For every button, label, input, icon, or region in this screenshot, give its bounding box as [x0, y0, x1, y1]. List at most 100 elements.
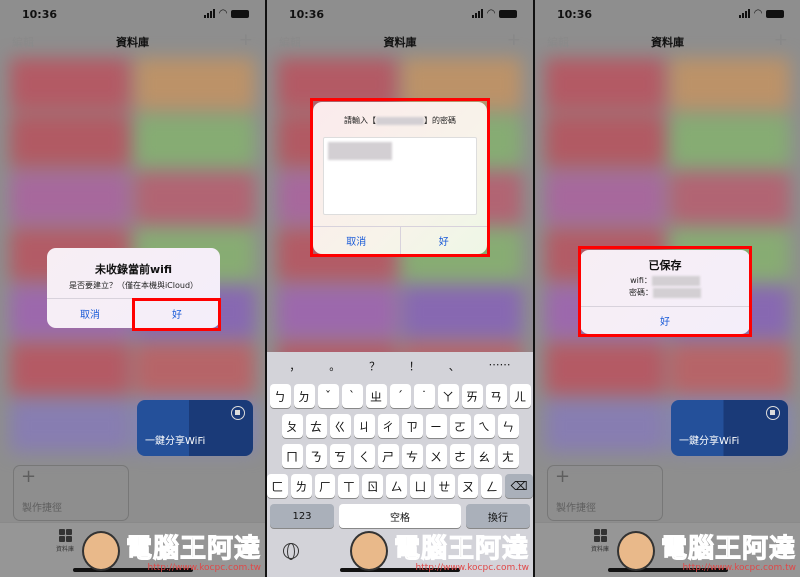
- nav-bar: 編輯 資料庫 +: [267, 30, 533, 52]
- key[interactable]: ˙: [413, 384, 435, 408]
- key[interactable]: ㄛ: [449, 414, 471, 438]
- key[interactable]: ˊ: [389, 384, 411, 408]
- add-button[interactable]: +: [774, 30, 788, 50]
- key[interactable]: ㄘ: [401, 444, 423, 468]
- key[interactable]: ㄈ: [267, 474, 288, 498]
- key[interactable]: ㄐ: [353, 414, 375, 438]
- zhuyin-keyboard: ， 。 ？ ！ 、 ⋯⋯ ㄅㄉ ˇ ˋ ㄓ ˊ ˙ ㄚㄞㄢㄦㄆㄊㄍㄐㄔㄗㄧㄛㄟㄣㄇㄋㄎㄑㄕㄘㄨㄜㄠㄤㄈ…: [267, 352, 533, 577]
- key[interactable]: ㄣ: [497, 414, 519, 438]
- key[interactable]: ㄎ: [329, 444, 351, 468]
- key[interactable]: ㄧ: [425, 414, 447, 438]
- key[interactable]: ㄟ: [473, 414, 495, 438]
- key[interactable]: ㄒ: [338, 474, 360, 498]
- share-wifi-widget[interactable]: 一鍵分享WiFi: [671, 400, 788, 456]
- screen-3: 10:36 ◠ 編輯 資料庫 + 一鍵分享WiFi + 製作捷徑 資料庫 已保存…: [535, 0, 800, 577]
- delete-key[interactable]: ⌫: [505, 474, 533, 498]
- key[interactable]: ˇ: [317, 384, 339, 408]
- widget-label: 一鍵分享WiFi: [145, 436, 206, 447]
- suggestion-item[interactable]: ？: [369, 358, 380, 378]
- key[interactable]: ㄋ: [305, 444, 327, 468]
- screen-2: 10:36 ◠ 編輯 資料庫 + 請輸入【 】的密碼 取消 好 ，。？！、 ⋯⋯ ㄅ…: [267, 0, 533, 577]
- tab-library[interactable]: 資料庫: [591, 529, 609, 553]
- key[interactable]: ㄥ: [481, 474, 503, 498]
- key[interactable]: ㄆ: [281, 414, 303, 438]
- key[interactable]: ㄙ: [386, 474, 407, 498]
- home-indicator: [607, 568, 728, 572]
- key[interactable]: ㄩ: [409, 474, 431, 498]
- key[interactable]: ㄕ: [377, 444, 399, 468]
- return-key[interactable]: 換行: [466, 504, 530, 528]
- key-row: ㄈㄌㄏㄒㄖㄙㄩㄝㄡㄥ ⌫: [267, 474, 533, 498]
- suggestion-item[interactable]: ！: [409, 358, 420, 378]
- stop-icon[interactable]: [231, 406, 245, 420]
- page-title: 資料庫: [116, 36, 149, 49]
- add-button[interactable]: +: [507, 30, 521, 50]
- key[interactable]: ㄊ: [305, 414, 327, 438]
- key[interactable]: ㄦ: [509, 384, 531, 408]
- suggestion-item[interactable]: ⋯⋯: [489, 358, 511, 378]
- status-bar: 10:36 ◠: [535, 8, 800, 24]
- key-row: ㄇㄋㄎㄑㄕㄘㄨㄜㄠㄤ: [267, 444, 533, 468]
- key[interactable]: ㄉ: [293, 384, 315, 408]
- battery-icon: [499, 9, 517, 18]
- key[interactable]: ㄏ: [314, 474, 336, 498]
- status-bar: 10:36 ◠: [267, 8, 533, 24]
- home-indicator: [340, 568, 460, 572]
- grid-icon: [593, 529, 607, 542]
- highlight-box: [132, 298, 221, 331]
- key[interactable]: ㄢ: [485, 384, 507, 408]
- edit-button[interactable]: 編輯: [12, 34, 34, 50]
- nav-bar: 編輯 資料庫 +: [0, 30, 265, 52]
- page-title: 資料庫: [651, 36, 684, 49]
- signal-icon: [204, 9, 216, 18]
- key[interactable]: ˋ: [341, 384, 363, 408]
- key[interactable]: ㄖ: [362, 474, 384, 498]
- key[interactable]: ㄠ: [473, 444, 495, 468]
- key[interactable]: ㄤ: [497, 444, 519, 468]
- battery-icon: [231, 9, 249, 18]
- edit-button[interactable]: 編輯: [547, 34, 569, 50]
- grid-icon: [58, 529, 72, 542]
- suggestion-item[interactable]: ，: [289, 358, 300, 378]
- key[interactable]: ㄅ: [269, 384, 291, 408]
- stop-icon[interactable]: [766, 406, 780, 420]
- status-bar: 10:36 ◠: [0, 8, 265, 24]
- key[interactable]: ㄡ: [457, 474, 479, 498]
- key[interactable]: ㄝ: [433, 474, 455, 498]
- tab-library[interactable]: 資料庫: [56, 529, 74, 553]
- key[interactable]: ㄓ: [365, 384, 387, 408]
- add-button[interactable]: +: [239, 30, 253, 50]
- share-wifi-widget[interactable]: 一鍵分享WiFi: [137, 400, 253, 456]
- status-time: 10:36: [22, 8, 58, 21]
- key[interactable]: ㄞ: [461, 384, 483, 408]
- globe-icon[interactable]: [283, 543, 299, 560]
- suggestion-item[interactable]: 。: [329, 358, 340, 378]
- tab-bar: 資料庫: [535, 522, 800, 577]
- alert-message: 是否要建立？（僅在本機與iCloud）: [68, 281, 199, 290]
- create-shortcut-card[interactable]: + 製作捷徑: [547, 465, 663, 521]
- edit-button[interactable]: 編輯: [279, 34, 301, 50]
- signal-icon: [472, 9, 484, 18]
- signal-icon: [739, 9, 751, 18]
- key[interactable]: ㄔ: [377, 414, 399, 438]
- key[interactable]: ㄗ: [401, 414, 423, 438]
- key[interactable]: ㄨ: [425, 444, 447, 468]
- key[interactable]: ㄚ: [437, 384, 459, 408]
- numbers-key[interactable]: 123: [270, 504, 334, 528]
- page-title: 資料庫: [383, 36, 417, 49]
- tab-bar: 資料庫: [0, 522, 265, 577]
- home-indicator: [72, 568, 193, 572]
- suggestion-item[interactable]: 、: [449, 358, 460, 378]
- nav-bar: 編輯 資料庫 +: [535, 30, 800, 52]
- key[interactable]: ㄜ: [449, 444, 471, 468]
- plus-icon: +: [555, 466, 571, 487]
- cancel-button[interactable]: 取消: [47, 299, 133, 328]
- key[interactable]: ㄑ: [353, 444, 375, 468]
- key[interactable]: ㄌ: [290, 474, 312, 498]
- key[interactable]: ㄍ: [329, 414, 351, 438]
- highlight-box: [578, 246, 752, 337]
- space-key[interactable]: 空格: [339, 504, 461, 528]
- widget-label: 一鍵分享WiFi: [679, 436, 740, 447]
- create-shortcut-card[interactable]: + 製作捷徑: [13, 465, 129, 521]
- key[interactable]: ㄇ: [281, 444, 303, 468]
